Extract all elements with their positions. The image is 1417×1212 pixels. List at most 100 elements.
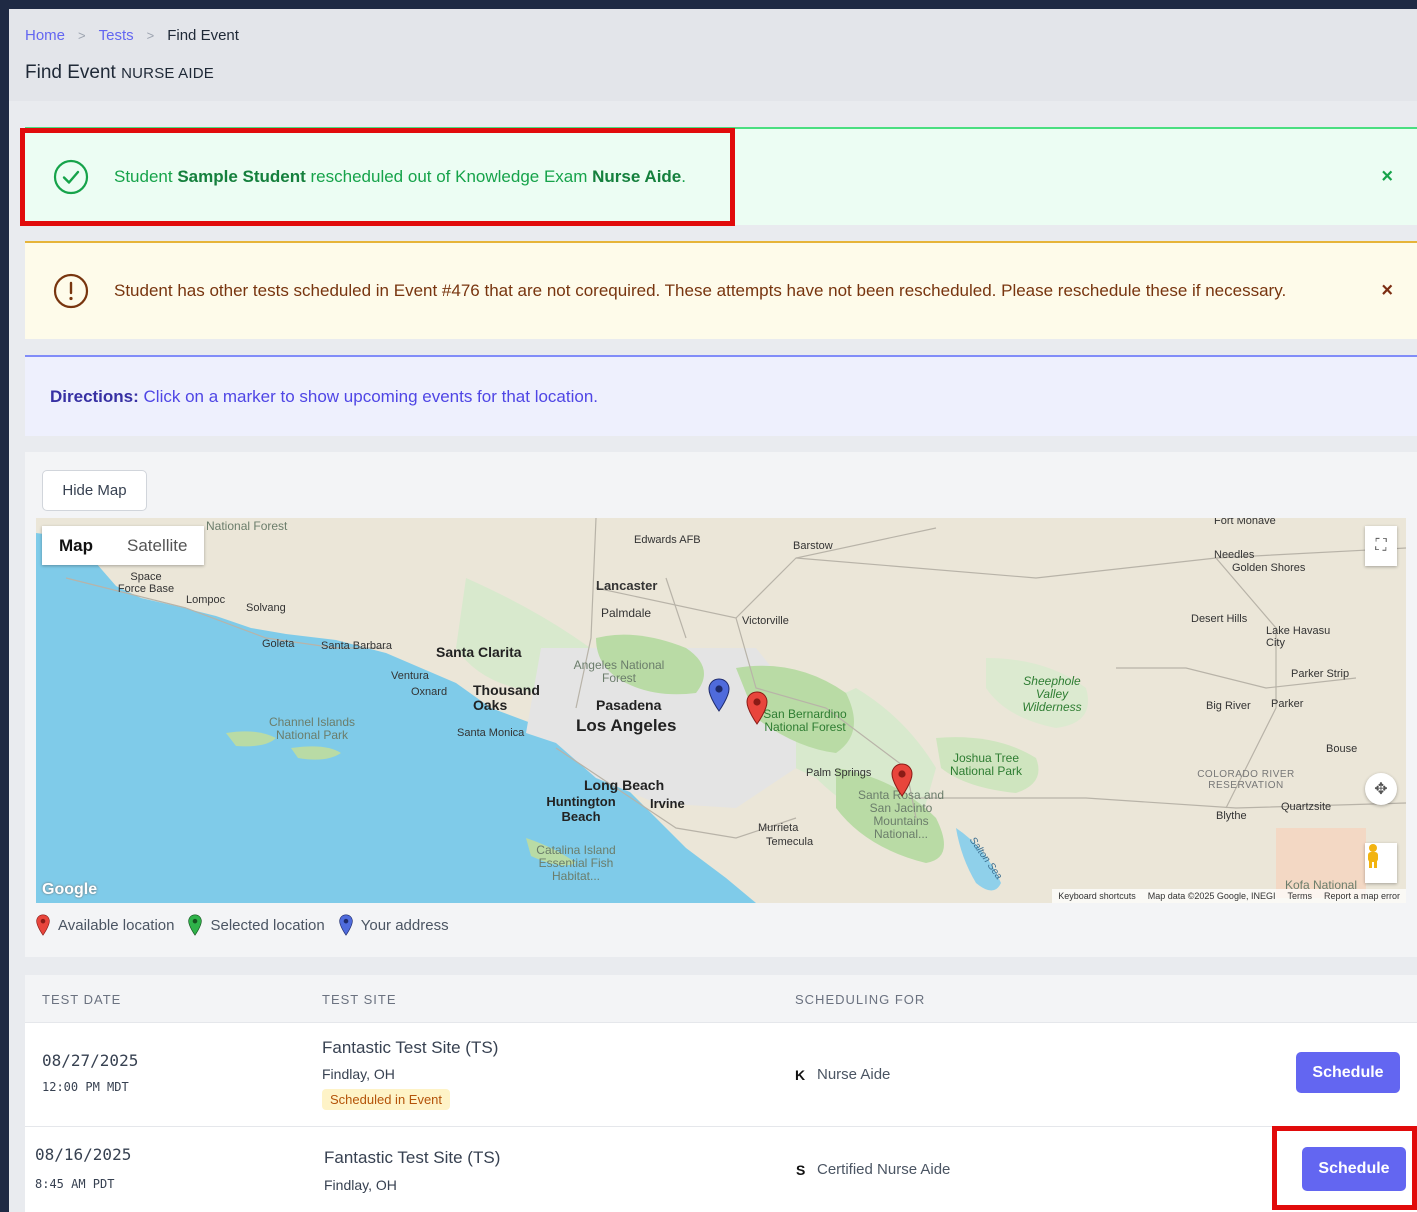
map-type-satellite-button[interactable]: Satellite [110,526,204,565]
map-label-irvine: Irvine [650,796,685,811]
map-data-text: Map data ©2025 Google, INEGI [1147,891,1276,901]
fullscreen-icon[interactable]: ⛶ [1365,526,1397,566]
column-header-test-date: TEST DATE [42,992,122,1007]
map-label-goleta: Goleta [262,638,295,650]
map-label-sheephole: Sheephole Valley Wilderness [1022,674,1082,714]
map-label-huntington-beach: Huntington Beach [546,794,616,824]
map-label-edwards: Edwards AFB [634,534,701,546]
breadcrumb-current: Find Event [167,27,239,44]
check-circle-icon [53,159,89,195]
map-label-needles: Needles [1214,549,1255,561]
chevron-right-icon: > [78,28,86,43]
map-label-los-angeles: Los Angeles [576,716,677,735]
map-label-parker-strip: Parker Strip [1291,668,1350,680]
map-label-pasadena: Pasadena [596,697,662,713]
map-label-santa-clarita: Santa Clarita [436,644,522,660]
keyboard-shortcuts-link[interactable]: Keyboard shortcuts [1058,891,1136,901]
close-icon[interactable]: × [1381,166,1393,189]
row-site[interactable]: Fantastic Test Site (TS) [324,1148,500,1168]
map-label-ventura: Ventura [391,670,429,682]
page-subtitle: Nurse Aide [121,65,214,82]
available-location-marker-icon[interactable] [746,691,768,725]
map-label-lake-havasu: Lake Havasu City [1266,625,1331,649]
legend-available: Available location [36,914,174,936]
schedule-button[interactable]: Schedule [1302,1147,1406,1191]
page-title-text: Find Event [25,62,116,83]
map-attribution: Keyboard shortcuts Map data ©2025 Google… [1052,889,1406,903]
row-city: Findlay, OH [324,1177,397,1193]
map-label-national-forest: National Forest [206,519,288,533]
red-marker-icon [36,914,50,936]
page-header: Home > Tests > Find Event Find Event Nur… [9,9,1417,101]
map-view[interactable]: National Forest Edwards AFB Barstow Fort… [36,518,1406,903]
legend-address-label: Your address [360,916,449,934]
page-title: Find Event Nurse Aide [25,62,214,84]
map-type-control: Map Satellite [42,526,205,565]
legend-available-label: Available location [58,916,175,934]
map-label-temecula: Temecula [766,836,814,848]
table-header: TEST DATE TEST SITE SCHEDULING FOR [25,975,1417,1023]
row-date: 08/27/2025 [42,1051,139,1070]
map-type-map-button[interactable]: Map [42,526,110,565]
status-badge: Scheduled in Event [322,1089,451,1110]
map-label-barstow: Barstow [793,540,833,552]
row-city: Findlay, OH [322,1066,395,1082]
exam-name: Certified Nurse Aide [817,1161,951,1178]
warning-message: Student has other tests scheduled in Eve… [114,281,1287,300]
map-label-fort-mohave: Fort Mohave [1214,518,1276,527]
student-name: Sample Student [177,167,306,186]
table-row: 08/16/2025 8:45 AM PDT Fantastic Test Si… [25,1127,1417,1212]
google-logo: Google [42,881,98,898]
map-label-lancaster: Lancaster [596,578,658,593]
legend-selected: Selected location [188,914,325,936]
success-message: Student Sample Student rescheduled out o… [114,167,686,186]
schedule-button[interactable]: Schedule [1296,1052,1400,1093]
exam-name: Nurse Aide [592,167,682,186]
map-label-bouse: Bouse [1326,743,1358,755]
legend-selected-label: Selected location [210,916,325,934]
map-label-palmdale: Palmdale [601,606,652,620]
map-label-oxnard: Oxnard [411,686,448,698]
report-error-link[interactable]: Report a map error [1324,891,1400,901]
row-site[interactable]: Fantastic Test Site (TS) [322,1038,498,1058]
breadcrumb: Home > Tests > Find Event [25,27,239,44]
map-label-palm-springs: Palm Springs [806,767,872,779]
chevron-right-icon: > [146,28,155,43]
map-label-golden-shores: Golden Shores [1232,562,1306,574]
directions-alert: Directions: Click on a marker to show up… [25,355,1417,436]
map-label-joshua-tree: Joshua Tree National Park [949,751,1023,778]
directions-label: Directions: [50,386,139,406]
terms-link[interactable]: Terms [1287,891,1312,901]
row-time: 8:45 AM PDT [35,1177,115,1191]
camera-control-icon[interactable]: ✥ [1365,773,1397,805]
exclamation-circle-icon [53,273,89,309]
breadcrumb-tests[interactable]: Tests [99,27,134,44]
map-label-angeles-nf: Angeles National Forest [573,658,665,685]
hide-map-button[interactable]: Hide Map [42,470,147,511]
success-alert: Student Sample Student rescheduled out o… [25,127,1417,225]
map-label-blythe: Blythe [1216,810,1247,822]
map-label-channel-islands: Channel Islands National Park [268,715,356,742]
available-location-marker-icon[interactable] [891,763,913,797]
map-label-solvang: Solvang [246,602,286,614]
events-table: TEST DATE TEST SITE SCHEDULING FOR 08/27… [25,975,1417,1212]
map-label-santa-monica: Santa Monica [457,727,525,739]
your-address-marker-icon[interactable] [708,678,730,712]
row-date: 08/16/2025 [35,1145,132,1164]
exam-name: Nurse Aide [817,1066,891,1083]
exam-code: S [796,1162,806,1178]
map-label-space-force: Space Force Base [117,571,175,595]
map-legend: Available location Selected location You… [36,914,463,936]
close-icon[interactable]: × [1381,280,1393,303]
blue-marker-icon [339,914,353,936]
map-label-victorville: Victorville [742,615,789,627]
breadcrumb-home[interactable]: Home [25,27,65,44]
legend-address: Your address [339,914,449,936]
map-label-desert-hills: Desert Hills [1191,613,1248,625]
pegman-icon[interactable] [1365,843,1397,883]
map-label-catalina: Catalina Island Essential Fish Habitat..… [536,843,616,883]
row-time: 12:00 PM MDT [42,1080,129,1094]
column-header-scheduling-for: SCHEDULING FOR [795,992,926,1007]
directions-message: Directions: Click on a marker to show up… [50,386,599,406]
map-card: Hide Map National Forest Edwards AFB Bar… [25,452,1417,957]
